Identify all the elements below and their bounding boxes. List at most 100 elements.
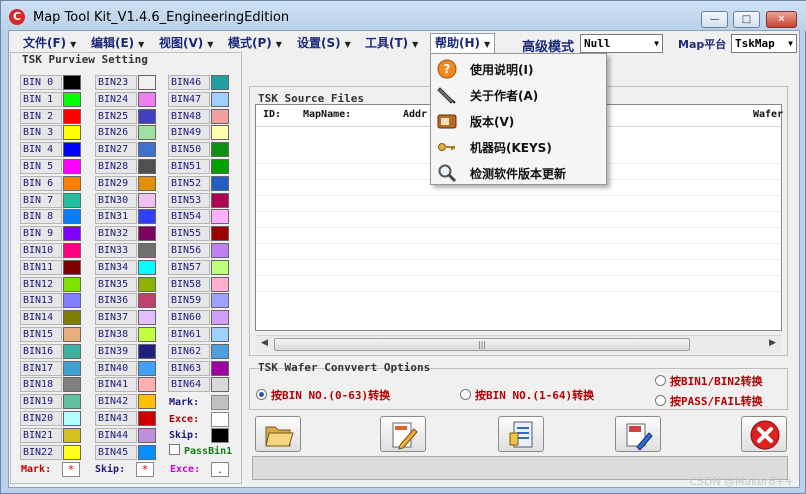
bottom-skip-input[interactable]: * [136, 462, 154, 477]
bin-color-swatch[interactable] [211, 259, 229, 275]
bin-color-swatch[interactable] [63, 293, 81, 309]
close-window-button[interactable]: ✕ [766, 11, 797, 28]
bin-color-swatch[interactable] [211, 108, 229, 124]
bin-color-swatch[interactable] [138, 343, 156, 359]
bin-color-swatch[interactable] [138, 310, 156, 326]
radio-bin-1-64[interactable]: 按BIN NO.(1-64)转换 [460, 387, 594, 403]
menu-view[interactable]: 视图(V) ▼ [155, 34, 217, 53]
bin-color-swatch[interactable] [63, 192, 81, 208]
bin-color-swatch[interactable] [211, 343, 229, 359]
bin-color-swatch[interactable] [138, 327, 156, 342]
bin-color-swatch[interactable] [63, 427, 81, 443]
bin-color-swatch[interactable] [63, 159, 81, 174]
bottom-exce-input[interactable]: . [211, 462, 229, 477]
bin-color-swatch[interactable] [211, 75, 229, 90]
bin-color-swatch[interactable] [138, 360, 156, 376]
menu-tools[interactable]: 工具(T) ▼ [361, 34, 422, 53]
bin-color-swatch[interactable] [63, 327, 81, 342]
bin-color-swatch[interactable] [63, 142, 81, 158]
scroll-thumb[interactable]: ||| [274, 338, 690, 351]
bin-color-swatch[interactable] [138, 444, 156, 460]
bin-color-swatch[interactable] [63, 259, 81, 275]
bin-color-swatch[interactable] [138, 427, 156, 443]
bin-color-swatch[interactable] [63, 243, 81, 258]
export-map-button[interactable] [615, 416, 661, 452]
column-mapname[interactable]: MapName: [303, 109, 351, 120]
bin-color-swatch[interactable] [138, 209, 156, 225]
maximize-button[interactable]: □ [733, 11, 760, 28]
bin-color-swatch[interactable] [211, 377, 229, 393]
bin-color-swatch[interactable] [63, 276, 81, 292]
advanced-mode-select[interactable]: Null ▼ [580, 34, 663, 53]
bin-color-swatch[interactable] [63, 209, 81, 225]
radio-bin-0-63[interactable]: 按BIN NO.(0-63)转换 [256, 387, 390, 403]
bin-color-swatch[interactable] [211, 243, 229, 258]
bin-color-swatch[interactable] [63, 310, 81, 326]
bin-color-swatch[interactable] [138, 226, 156, 242]
platform-select[interactable]: TskMap ▼ [731, 34, 797, 53]
menu-edit[interactable]: 编辑(E) ▼ [87, 34, 148, 53]
list-file-button[interactable] [498, 416, 544, 452]
bottom-mark-input[interactable]: * [62, 462, 80, 477]
bin-color-swatch[interactable] [211, 175, 229, 191]
menu-file[interactable]: 文件(F) ▼ [19, 34, 80, 53]
bin-color-swatch[interactable] [63, 343, 81, 359]
bin-color-swatch[interactable] [138, 394, 156, 410]
edit-file-button[interactable] [380, 416, 426, 452]
bin-color-swatch[interactable] [63, 411, 81, 426]
bin-color-swatch[interactable] [138, 293, 156, 309]
column-addr[interactable]: Addr [403, 109, 427, 120]
bin-color-swatch[interactable] [63, 394, 81, 410]
bin-color-swatch[interactable] [63, 226, 81, 242]
bin-color-swatch[interactable] [211, 142, 229, 158]
bin-color-swatch[interactable] [63, 360, 81, 376]
help-item-about-author[interactable]: 关于作者(A) [433, 82, 605, 108]
scroll-right-icon[interactable]: ▶ [769, 338, 776, 348]
bin-color-swatch[interactable] [211, 125, 229, 141]
passbin-checkbox[interactable]: PassBin1 [169, 444, 232, 459]
help-item-instructions[interactable]: ? 使用说明(I) [433, 56, 605, 82]
radio-pass-fail[interactable]: 按PASS/FAIL转换 [655, 393, 763, 409]
bin-color-swatch[interactable] [211, 276, 229, 292]
bin-color-swatch[interactable] [138, 175, 156, 191]
bin-color-swatch[interactable] [63, 175, 81, 191]
bin-color-swatch[interactable] [211, 226, 229, 242]
bin-color-swatch[interactable] [63, 125, 81, 141]
bin-color-swatch[interactable] [138, 377, 156, 393]
bin-color-swatch[interactable] [138, 259, 156, 275]
bin-color-swatch[interactable] [138, 125, 156, 141]
bin-color-swatch[interactable] [138, 142, 156, 158]
bin-color-swatch[interactable] [138, 91, 156, 107]
bin-color-swatch[interactable] [211, 327, 229, 342]
bin-color-swatch[interactable] [211, 293, 229, 309]
bin-color-swatch[interactable] [63, 75, 81, 90]
help-item-version[interactable]: 版本(V) [433, 108, 605, 134]
bin-color-swatch[interactable] [211, 159, 229, 174]
bin-color-swatch[interactable] [63, 108, 81, 124]
radio-bin1-bin2[interactable]: 按BIN1/BIN2转换 [655, 373, 763, 389]
scroll-left-icon[interactable]: ◀ [261, 338, 268, 348]
help-item-check-update[interactable]: 检测软件版本更新 [433, 160, 605, 186]
bin-color-swatch[interactable] [138, 192, 156, 208]
horizontal-scrollbar[interactable]: ◀ ||| ▶ [256, 335, 781, 353]
bin-color-swatch[interactable] [138, 75, 156, 90]
menu-mode[interactable]: 模式(P) ▼ [224, 34, 286, 53]
bin-color-swatch[interactable] [138, 411, 156, 426]
bin-color-swatch[interactable] [138, 159, 156, 174]
menu-settings[interactable]: 设置(S) ▼ [293, 34, 355, 53]
minimize-button[interactable]: — [701, 11, 728, 28]
bin-color-swatch[interactable] [138, 243, 156, 258]
bin-color-swatch[interactable] [211, 209, 229, 225]
help-item-machine-code[interactable]: 机器码(KEYS) [433, 134, 605, 160]
bin-color-swatch[interactable] [138, 108, 156, 124]
bin-color-swatch[interactable] [211, 91, 229, 107]
exit-button[interactable] [741, 416, 787, 452]
exce-color-swatch[interactable] [211, 412, 229, 427]
bin-color-swatch[interactable] [63, 91, 81, 107]
open-folder-button[interactable] [255, 416, 301, 452]
bin-color-swatch[interactable] [138, 276, 156, 292]
skip-color-swatch[interactable] [211, 428, 229, 443]
bin-color-swatch[interactable] [211, 192, 229, 208]
column-id[interactable]: ID: [263, 109, 281, 120]
bin-color-swatch[interactable] [63, 444, 81, 460]
